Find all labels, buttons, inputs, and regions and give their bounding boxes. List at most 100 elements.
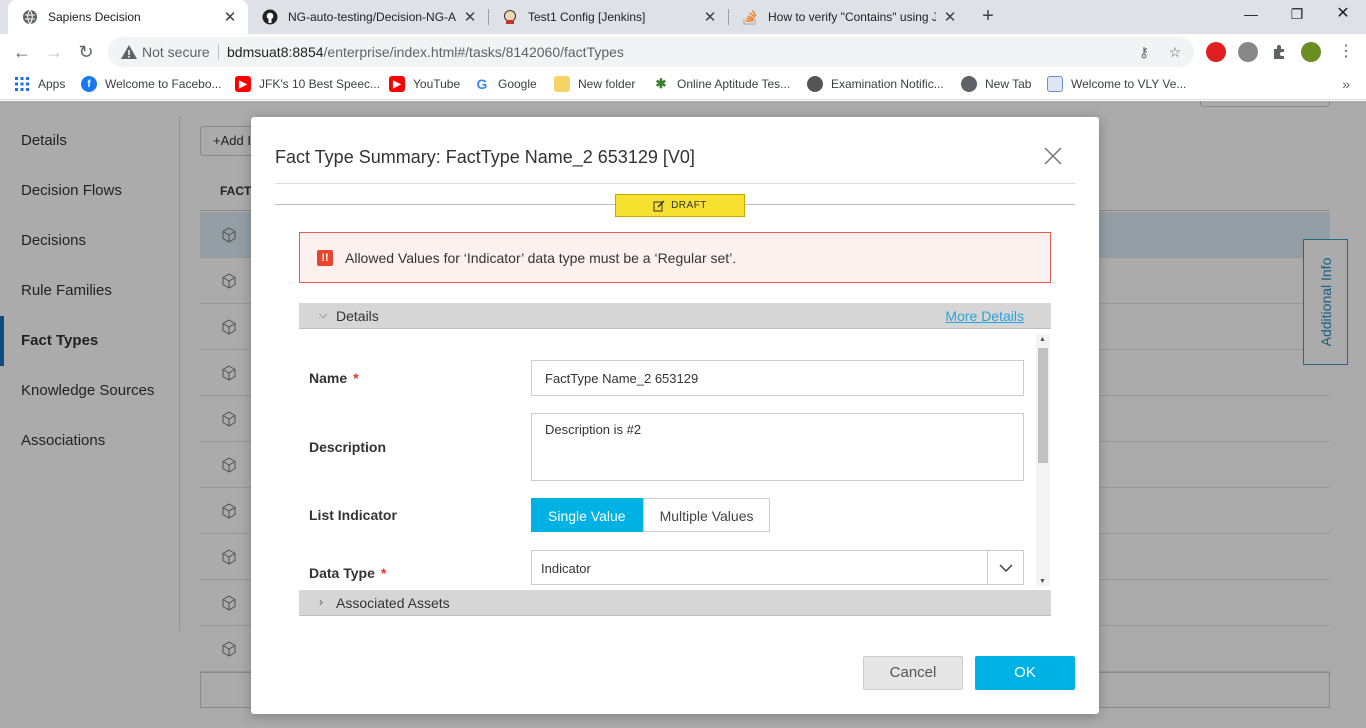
error-alert: !! Allowed Values for ‘Indicator’ data t… [299,232,1051,283]
puzzle-icon[interactable] [1270,42,1290,62]
security-label: Not secure [142,44,210,60]
warning-icon[interactable] [120,43,138,61]
error-message: Allowed Values for ‘Indicator’ data type… [345,250,737,266]
globe-icon [22,9,38,25]
folder-icon [554,76,570,92]
minimize-icon[interactable]: — [1228,0,1274,30]
scroll-down-icon[interactable]: ▼ [1039,578,1046,585]
chevron-right-icon: › [319,595,323,609]
name-label-text: Name [309,370,348,386]
forward-icon[interactable]: → [42,40,66,64]
facebook-icon: f [81,76,97,92]
new-tab-icon[interactable]: + [976,5,1000,29]
url-text[interactable]: bdmsuat8:8854/enterprise/index.html#/tas… [227,44,624,60]
tab-stackoverflow[interactable]: How to verify "Contains" using Ja ✕ [728,0,968,34]
chevron-down-icon[interactable] [987,551,1023,584]
scroll-up-icon[interactable]: ▲ [1039,336,1046,343]
close-tab-icon[interactable]: ✕ [702,8,718,26]
bookmark-vly[interactable]: Welcome to VLY Ve... [1047,76,1186,92]
browser-toolbar: ← → ↻ Not secure bdmsuat8:8854/enterpris… [0,34,1366,70]
description-field[interactable]: Description is #2 [531,413,1024,481]
section-title: Associated Assets [336,595,450,611]
bookmark-jfk[interactable]: ▶ JFK's 10 Best Speec... [235,76,380,92]
tab-github[interactable]: NG-auto-testing/Decision-NG-A ✕ [248,0,488,34]
bookmark-examination[interactable]: Examination Notific... [807,76,944,92]
list-indicator-toggle: Single Value Multiple Values [531,498,771,532]
dialog-title: Fact Type Summary: FactType Name_2 65312… [275,147,695,167]
menu-kebab-icon[interactable]: ⋮ [1334,40,1358,64]
tab-sapiens-decision[interactable]: Sapiens Decision ✕ [8,0,248,34]
bookmark-facebook[interactable]: f Welcome to Facebo... [81,76,222,92]
back-icon[interactable]: ← [10,40,34,64]
tab-jenkins[interactable]: Test1 Config [Jenkins] ✕ [488,0,728,34]
bookmark-label: Examination Notific... [831,77,944,91]
profile-avatar[interactable] [1301,42,1321,62]
cancel-button[interactable]: Cancel [863,656,963,690]
associated-assets-section-header[interactable]: › Associated Assets [299,590,1051,616]
scroll-thumb[interactable] [1038,348,1048,463]
single-value-option[interactable]: Single Value [531,498,643,532]
bookmark-label: Online Aptitude Tes... [677,77,791,91]
data-type-select[interactable]: Indicator [531,550,1024,585]
doc-icon [1047,76,1063,92]
form-scrollbar[interactable]: ▲ ▼ [1036,334,1050,587]
multiple-values-option[interactable]: Multiple Values [642,498,771,532]
tab-title: Sapiens Decision [48,10,141,24]
close-icon[interactable] [1043,146,1063,166]
close-tab-icon[interactable]: ✕ [462,8,478,26]
name-field[interactable]: FactType Name_2 653129 [531,360,1024,396]
restore-icon[interactable]: ❐ [1274,0,1320,30]
name-label: Name * [309,370,359,386]
stackoverflow-icon [742,9,758,25]
required-marker: * [380,565,387,581]
bookmark-new-tab[interactable]: New Tab [961,76,1031,92]
key-icon[interactable]: ⚷ [1135,43,1153,61]
address-bar[interactable]: Not secure bdmsuat8:8854/enterprise/inde… [108,37,1194,67]
youtube-icon: ▶ [389,76,405,92]
details-section-header[interactable]: ⌵ Details More Details [299,303,1051,329]
github-icon [262,9,278,25]
tab-title: Test1 Config [Jenkins] [528,10,646,24]
jenkins-icon [502,9,518,25]
youtube-icon: ▶ [235,76,251,92]
bookmark-google[interactable]: G Google [474,76,537,92]
bookmarks-bar: Apps f Welcome to Facebo... ▶ JFK's 10 B… [0,70,1366,100]
data-type-label: Data Type * [309,565,386,581]
more-details-link[interactable]: More Details [945,308,1024,324]
data-type-value: Indicator [541,561,591,576]
edit-icon [653,199,665,211]
browser-tab-strip: Sapiens Decision ✕ NG-auto-testing/Decis… [0,0,1366,34]
omnibox-divider [218,44,219,60]
ok-button[interactable]: OK [975,656,1075,690]
star-icon[interactable]: ☆ [1166,43,1184,61]
fact-type-summary-dialog: Fact Type Summary: FactType Name_2 65312… [251,117,1099,714]
bookmark-label: New Tab [985,77,1032,91]
bookmark-label: Welcome to VLY Ve... [1071,77,1187,91]
bookmark-label: Welcome to Facebo... [105,77,222,91]
url-host: bdmsuat8:8854 [227,44,324,60]
required-marker: * [353,370,359,386]
bookmarks-overflow-icon[interactable]: » [1342,76,1350,92]
emblem-icon [807,76,823,92]
bookmark-label: JFK's 10 Best Speec... [259,77,381,91]
bookmark-youtube[interactable]: ▶ YouTube [389,76,460,92]
bookmark-apps[interactable]: Apps [14,76,65,92]
bookmark-label: New folder [578,77,636,91]
close-tab-icon[interactable]: ✕ [222,8,238,26]
adblock-icon[interactable] [1206,42,1226,62]
extension-film-icon[interactable] [1238,42,1258,62]
status-badge: DRAFT [615,194,745,217]
description-label: Description [309,439,387,455]
data-type-label-text: Data Type [309,565,375,581]
close-tab-icon[interactable]: ✕ [942,8,958,26]
palm-icon: ✱ [655,76,667,91]
globe-icon [961,76,977,92]
window-close-icon[interactable]: ✕ [1320,0,1366,30]
url-path: /enterprise/index.html#/tasks/8142060/fa… [323,44,624,60]
reload-icon[interactable]: ↻ [74,40,98,64]
bookmark-new-folder[interactable]: New folder [554,76,635,92]
tab-title: NG-auto-testing/Decision-NG-A [288,10,456,24]
bookmark-label: Google [498,77,537,91]
bookmark-label: Apps [38,77,66,91]
bookmark-aptitude[interactable]: ✱ Online Aptitude Tes... [653,76,791,92]
